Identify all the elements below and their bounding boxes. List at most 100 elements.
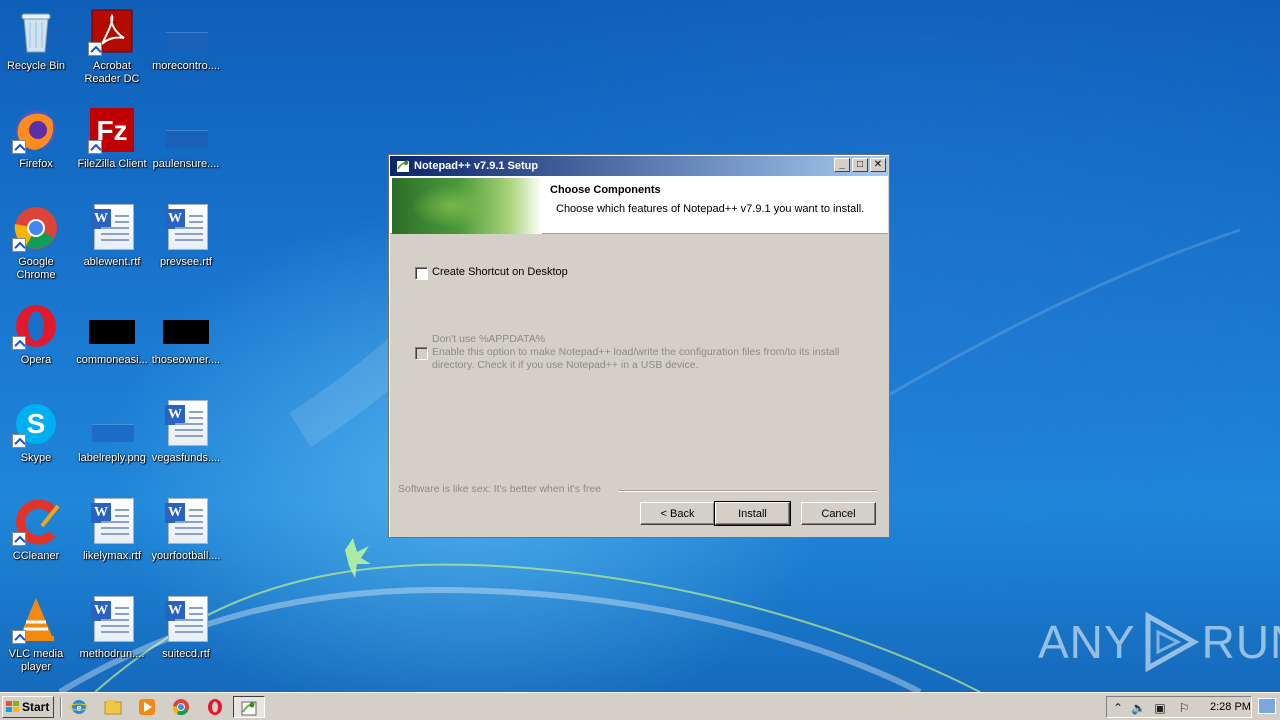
desktop-icon-chrome[interactable]: Google Chrome [0, 200, 74, 290]
back-button[interactable]: < Back [640, 502, 715, 525]
desktop-icon-suitecd[interactable]: W suitecd.rtf [148, 592, 224, 682]
chrome-taskbar-icon[interactable] [172, 698, 190, 716]
window-titlebar[interactable]: Notepad++ v7.9.1 Setup _ □ ✕ [390, 156, 888, 176]
desktop-icon-paulensure[interactable]: paulensure.... [148, 102, 224, 192]
desktop-icon-ccleaner[interactable]: CCleaner [0, 494, 74, 584]
black-image-icon [162, 302, 210, 350]
wizard-header: Choose Components Choose which features … [390, 176, 888, 234]
notepad-plus-plus-icon [397, 160, 409, 172]
play-logo-icon [1145, 612, 1199, 672]
internet-explorer-icon[interactable]: e [70, 698, 88, 716]
maximize-button[interactable]: □ [852, 158, 868, 172]
cancel-button[interactable]: Cancel [801, 502, 876, 525]
shortcut-arrow-icon [88, 140, 102, 154]
shortcut-arrow-icon [12, 238, 26, 252]
appdata-checkbox [415, 347, 428, 360]
taskbar-separator [60, 697, 62, 717]
close-button[interactable]: ✕ [870, 158, 886, 172]
opera-taskbar-icon[interactable] [206, 698, 224, 716]
desktop-icon-vlc[interactable]: VLC media player [0, 592, 74, 682]
filezilla-icon: Fz [88, 106, 136, 154]
desktop-icon-label: likelymax.rtf [82, 550, 142, 562]
word-document-icon: W [162, 400, 210, 448]
create-shortcut-label[interactable]: Create Shortcut on Desktop [432, 266, 568, 278]
recycle-bin-icon [12, 8, 60, 56]
opera-icon [12, 302, 60, 350]
desktop-icon-label: FileZilla Client [77, 158, 147, 170]
desktop-icon-label: vegasfunds.... [151, 452, 221, 464]
desktop-icon-filezilla[interactable]: Fz FileZilla Client [74, 102, 150, 192]
desktop-icon-label: CCleaner [12, 550, 60, 562]
volume-icon[interactable]: 🔈 [1131, 701, 1146, 715]
start-label: Start [22, 700, 50, 714]
desktop-icon-methodrun[interactable]: W methodrun.... [74, 592, 150, 682]
header-banner-image [392, 178, 542, 234]
desktop-icon-label: Acrobat Reader DC [84, 60, 140, 85]
black-image-icon [88, 302, 136, 350]
word-document-icon: W [88, 204, 136, 252]
install-button[interactable]: Install [714, 501, 791, 526]
desktop-icon-ablewent[interactable]: W ablewent.rtf [74, 200, 150, 290]
ccleaner-icon [12, 498, 60, 546]
network-icon[interactable]: ▣ [1153, 701, 1167, 715]
desktop-icon-label: paulensure.... [152, 158, 220, 170]
taskbar: Start e ⌃ 🔈 ▣ ⚐ 2:28 PM [0, 692, 1280, 720]
desktop-icon-vegasfunds[interactable]: W vegasfunds.... [148, 396, 224, 486]
desktop-icon-recycle-bin[interactable]: Recycle Bin [0, 4, 74, 94]
taskbar-clock[interactable]: 2:28 PM [1210, 701, 1251, 713]
skype-icon: S [12, 400, 60, 448]
shortcut-arrow-icon [12, 336, 26, 350]
appdata-option-description: Enable this option to make Notepad++ loa… [432, 346, 840, 371]
vlc-icon [12, 596, 60, 644]
shortcut-arrow-icon [12, 434, 26, 448]
desktop-icon-label: Firefox [19, 158, 53, 170]
minimize-button[interactable]: _ [834, 158, 850, 172]
desktop-icon-acrobat[interactable]: Acrobat Reader DC [74, 4, 150, 94]
word-document-icon: W [162, 204, 210, 252]
installer-branding-text: Software is like sex: It's better when i… [398, 483, 602, 495]
desktop-icon-yourfootball[interactable]: W yourfootball.... [148, 494, 224, 584]
shortcut-arrow-icon [12, 532, 26, 546]
shortcut-arrow-icon [12, 140, 26, 154]
create-shortcut-checkbox[interactable] [415, 267, 428, 280]
file-explorer-icon[interactable] [104, 698, 122, 716]
setup-window: Notepad++ v7.9.1 Setup _ □ ✕ Choose Comp… [388, 154, 890, 538]
desktop-icon-skype[interactable]: S Skype [0, 396, 74, 486]
appdata-option-title: Don't use %APPDATA% [432, 333, 546, 345]
desktop-icon-opera[interactable]: Opera [0, 298, 74, 388]
desktop-icon-label: morecontro.... [152, 60, 220, 72]
footer-divider [618, 490, 877, 492]
watermark-text-left: ANY [1038, 616, 1136, 668]
shortcut-arrow-icon [88, 42, 102, 56]
show-desktop-button[interactable] [1258, 698, 1276, 714]
window-title: Notepad++ v7.9.1 Setup [414, 160, 539, 172]
start-button[interactable]: Start [2, 696, 54, 718]
show-hidden-icons-icon[interactable]: ⌃ [1111, 701, 1125, 715]
desktop-icon-thoseowner[interactable]: thoseowner.... [148, 298, 224, 388]
word-document-icon: W [162, 498, 210, 546]
desktop-icon-label: suitecd.rtf [162, 648, 210, 660]
system-tray: ⌃ 🔈 ▣ ⚐ 2:28 PM [1106, 696, 1252, 718]
action-center-flag-icon[interactable]: ⚐ [1177, 701, 1191, 715]
desktop-icon-label: Skype [20, 452, 52, 464]
desktop-icon-label: thoseowner.... [151, 354, 221, 366]
desktop-icon-label: Opera [20, 354, 52, 366]
svg-text:S: S [27, 408, 46, 439]
media-player-icon[interactable] [138, 698, 156, 716]
word-document-icon: W [88, 596, 136, 644]
desktop-icon-likelymax[interactable]: W likelymax.rtf [74, 494, 150, 584]
desktop-icon-morecontro[interactable]: morecontro.... [148, 4, 224, 94]
anyrun-watermark: ANY RUN [1038, 612, 1280, 672]
desktop-icon-prevsee[interactable]: W prevsee.rtf [148, 200, 224, 290]
shortcut-arrow-icon [12, 630, 26, 644]
desktop-icon-firefox[interactable]: Firefox [0, 102, 74, 192]
desktop-icon-labelreply[interactable]: labelreply.png [74, 396, 150, 486]
blank-document-icon [162, 106, 210, 154]
taskbar-notepad-setup-task[interactable] [233, 696, 265, 718]
word-document-icon: W [88, 498, 136, 546]
desktop-icon-label: yourfootball.... [151, 550, 221, 562]
header-subtitle: Choose which features of Notepad++ v7.9.… [556, 203, 865, 215]
blank-document-icon [162, 8, 210, 56]
firefox-icon [12, 106, 60, 154]
desktop-icon-commoneasi[interactable]: commoneasi... [74, 298, 150, 388]
